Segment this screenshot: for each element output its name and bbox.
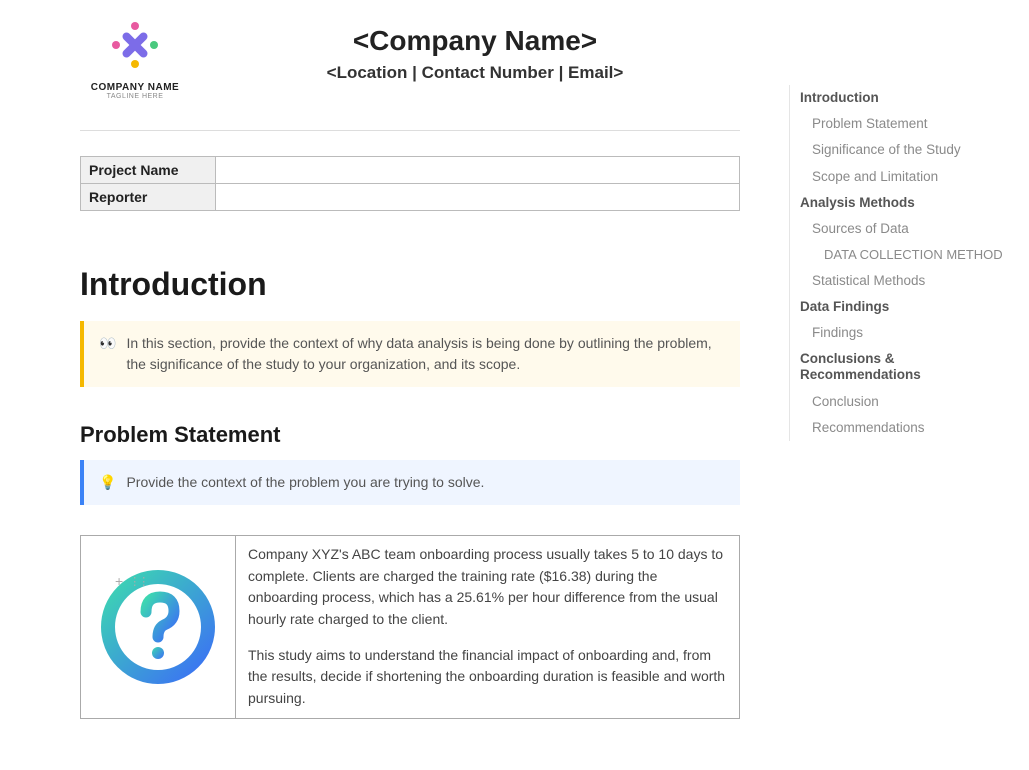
intro-callout[interactable]: 👀 In this section, provide the context o…: [80, 321, 740, 387]
header-row: COMPANY NAME TAGLINE HERE <Company Name>…: [80, 20, 740, 100]
toc-problem-statement[interactable]: Problem Statement: [800, 111, 1004, 137]
eyes-icon: 👀: [99, 333, 116, 375]
problem-icon-cell: [81, 536, 236, 718]
add-block-button[interactable]: +: [115, 573, 123, 589]
header-divider: [80, 130, 740, 131]
toc-data-collection[interactable]: DATA COLLECTION METHOD: [800, 242, 1004, 268]
project-name-label: Project Name: [81, 157, 216, 184]
toc-data-findings[interactable]: Data Findings: [800, 294, 1004, 320]
company-logo-icon: [100, 20, 170, 75]
toc-statistical[interactable]: Statistical Methods: [800, 268, 1004, 294]
company-logo-block: COMPANY NAME TAGLINE HERE: [80, 20, 190, 100]
company-subtitle[interactable]: <Location | Contact Number | Email>: [210, 63, 740, 83]
problem-paragraph-1: Company XYZ's ABC team onboarding proces…: [248, 544, 727, 631]
problem-callout-text: Provide the context of the problem you a…: [126, 472, 484, 493]
toc-findings[interactable]: Findings: [800, 320, 1004, 346]
title-block: <Company Name> <Location | Contact Numbe…: [210, 20, 740, 83]
toc-scope[interactable]: Scope and Limitation: [800, 164, 1004, 190]
problem-statement-heading[interactable]: Problem Statement: [80, 422, 740, 448]
reporter-value[interactable]: [216, 184, 740, 211]
drag-handle[interactable]: ⋮⋮: [129, 575, 147, 588]
project-name-value[interactable]: [216, 157, 740, 184]
logo-tagline: TAGLINE HERE: [80, 93, 190, 100]
table-of-contents: Introduction Problem Statement Significa…: [789, 85, 1004, 441]
document-main: COMPANY NAME TAGLINE HERE <Company Name>…: [0, 0, 770, 719]
problem-paragraph-2: This study aims to understand the financ…: [248, 645, 727, 710]
toc-significance[interactable]: Significance of the Study: [800, 137, 1004, 163]
logo-company-name: COMPANY NAME: [80, 82, 190, 93]
toc-introduction[interactable]: Introduction: [800, 85, 1004, 111]
project-meta-table: Project Name Reporter: [80, 156, 740, 211]
table-row: Project Name: [81, 157, 740, 184]
toc-recommendations[interactable]: Recommendations: [800, 415, 1004, 441]
problem-callout[interactable]: 💡 Provide the context of the problem you…: [80, 460, 740, 505]
toc-sources[interactable]: Sources of Data: [800, 216, 1004, 242]
problem-content-block[interactable]: Company XYZ's ABC team onboarding proces…: [80, 535, 740, 719]
reporter-label: Reporter: [81, 184, 216, 211]
toc-conclusion[interactable]: Conclusion: [800, 389, 1004, 415]
company-title[interactable]: <Company Name>: [210, 25, 740, 57]
table-row: Reporter: [81, 184, 740, 211]
toc-analysis-methods[interactable]: Analysis Methods: [800, 190, 1004, 216]
problem-text-cell[interactable]: Company XYZ's ABC team onboarding proces…: [236, 536, 739, 718]
intro-callout-text: In this section, provide the context of …: [126, 333, 725, 375]
lightbulb-icon: 💡: [99, 472, 116, 493]
block-handles: + ⋮⋮: [115, 573, 147, 589]
toc-conclusions[interactable]: Conclusions & Recommendations: [800, 346, 1004, 388]
introduction-heading[interactable]: Introduction: [80, 266, 740, 303]
